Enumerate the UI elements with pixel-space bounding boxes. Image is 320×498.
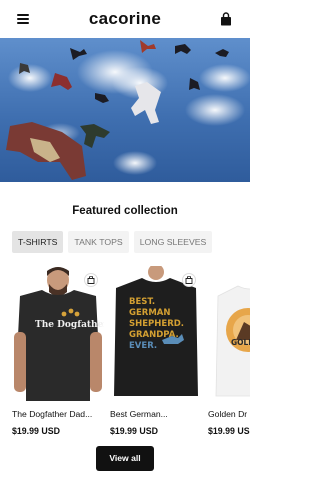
product-price: $19.99 USD xyxy=(110,426,158,436)
tab-tank-tops[interactable]: TANK TOPS xyxy=(68,231,129,253)
svg-text:EVER.: EVER. xyxy=(129,341,157,351)
product-image[interactable]: GOLDE xyxy=(208,266,250,401)
product-photo: GOLDE xyxy=(208,266,250,401)
hero-image xyxy=(0,38,250,182)
quick-add-bag-icon[interactable] xyxy=(182,273,196,287)
product-card[interactable]: BEST. GERMAN SHEPHERD. GRANDPA. EVER. Be… xyxy=(110,266,202,436)
svg-text:BEST.: BEST. xyxy=(129,297,155,307)
hero-banner[interactable] xyxy=(0,38,250,182)
store-logo[interactable]: cacorine xyxy=(0,9,250,29)
product-price: $19.99 USD xyxy=(12,426,60,436)
svg-text:SHEPHERD.: SHEPHERD. xyxy=(129,319,184,329)
featured-collection-title: Featured collection xyxy=(72,205,178,217)
shirt-print-text: GOLDE xyxy=(231,338,250,347)
svg-text:GERMAN: GERMAN xyxy=(129,308,170,318)
product-card[interactable]: The Dogfather The Dogfather Dad... $19.9… xyxy=(12,266,104,436)
product-card[interactable]: GOLDE Golden Dr $19.99 USD xyxy=(208,266,250,436)
product-price: $19.99 USD xyxy=(208,426,250,436)
header: cacorine xyxy=(0,0,250,38)
product-name[interactable]: Golden Dr xyxy=(208,409,250,419)
tab-t-shirts[interactable]: T-SHIRTS xyxy=(12,231,64,253)
tab-long-sleeves[interactable]: LONG SLEEVES xyxy=(133,231,213,253)
shirt-print-text: The Dogfather xyxy=(35,320,104,330)
quick-add-bag-icon[interactable] xyxy=(84,273,98,287)
collection-tabs: T-SHIRTS TANK TOPS LONG SLEEVES xyxy=(12,231,217,253)
product-name[interactable]: Best German... xyxy=(110,409,202,419)
product-image[interactable]: BEST. GERMAN SHEPHERD. GRANDPA. EVER. xyxy=(110,266,202,401)
product-image[interactable]: The Dogfather xyxy=(12,266,104,401)
view-all-button[interactable]: View all xyxy=(96,446,154,471)
product-name[interactable]: The Dogfather Dad... xyxy=(12,409,104,419)
product-carousel: The Dogfather The Dogfather Dad... $19.9… xyxy=(12,266,250,444)
shopping-bag-icon[interactable] xyxy=(220,12,232,26)
